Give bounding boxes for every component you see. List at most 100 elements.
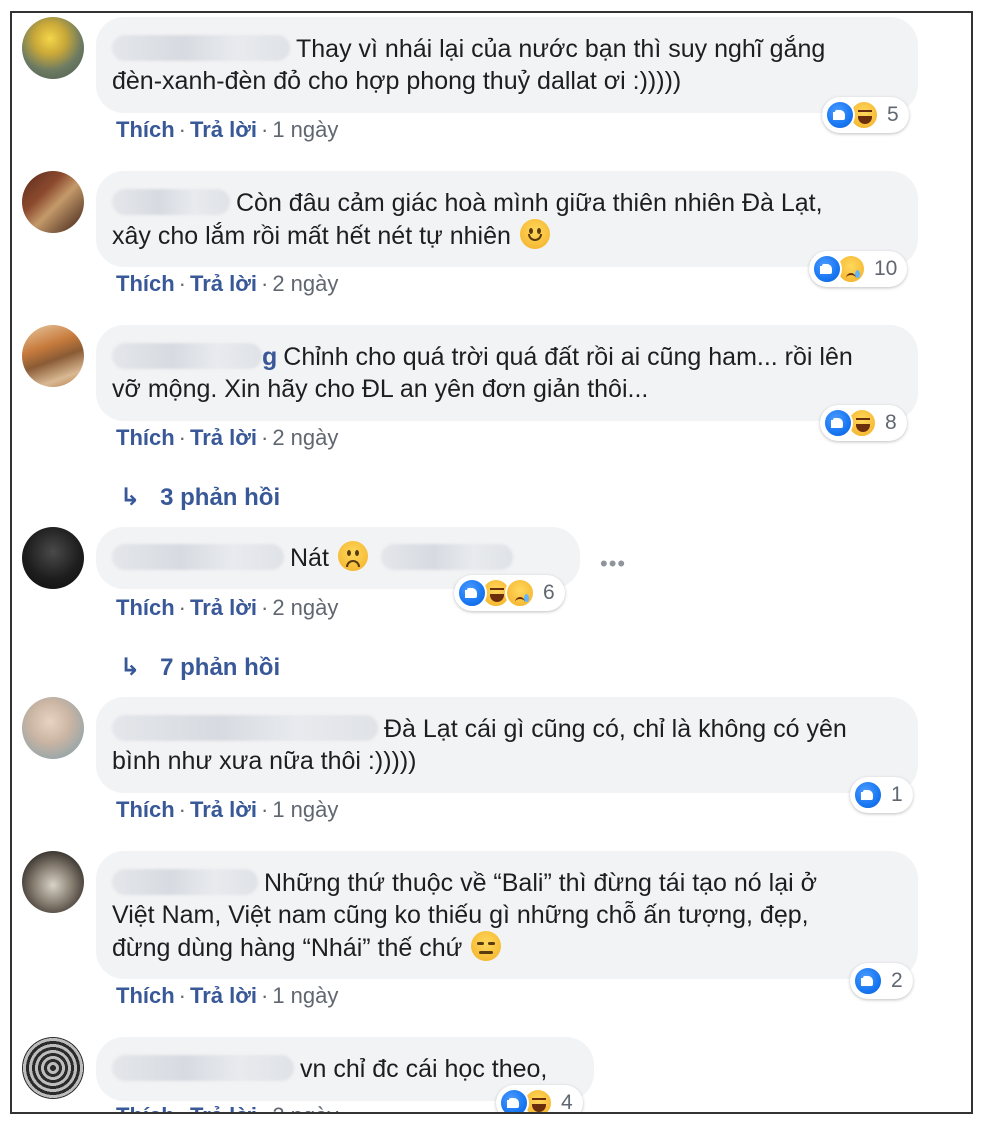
commenter-name[interactable]	[112, 343, 262, 369]
reply-arrow-icon: ↳	[120, 654, 141, 681]
comment-bubble: Thay vì nhái lại của nước bạn thì suy ng…	[96, 17, 918, 113]
reaction-summary[interactable]: 10	[809, 251, 908, 287]
reply-link[interactable]: Trả lời	[190, 117, 257, 142]
comment-text-line: Việt Nam, Việt nam cũng ko thiếu gì nhữn…	[112, 901, 809, 929]
like-link[interactable]: Thích	[116, 425, 175, 450]
like-reaction-icon	[812, 254, 842, 284]
commenter-name[interactable]	[112, 189, 230, 215]
reply-link[interactable]: Trả lời	[190, 983, 257, 1008]
timestamp[interactable]: 1 ngày	[272, 117, 338, 142]
like-reaction-icon	[457, 578, 487, 608]
reply-link[interactable]: Trả lời	[190, 1103, 257, 1112]
reaction-summary[interactable]: 4	[496, 1085, 583, 1114]
reaction-count: 10	[874, 257, 898, 280]
timestamp[interactable]: 2 ngày	[272, 1103, 338, 1112]
reaction-count: 5	[887, 103, 899, 126]
avatar[interactable]	[22, 171, 84, 233]
comment-actions: Thích · Trả lời · 1 ngày	[116, 983, 338, 1009]
view-replies-link[interactable]: ↳ 7 phản hồi	[120, 653, 280, 682]
commenter-name[interactable]	[112, 715, 378, 741]
like-reaction-icon	[825, 100, 855, 130]
avatar[interactable]	[22, 325, 84, 387]
like-reaction-icon	[853, 780, 883, 810]
reaction-summary[interactable]: 5	[822, 97, 909, 133]
like-link[interactable]: Thích	[116, 595, 175, 620]
comment-text-line: vỡ mộng. Xin hãy cho ĐL an yên đơn giản …	[112, 375, 649, 403]
reaction-summary[interactable]: 1	[850, 777, 913, 813]
replies-count-label: 3 phản hồi	[160, 484, 281, 511]
view-replies-link[interactable]: ↳ 3 phản hồi	[120, 483, 280, 512]
like-link[interactable]: Thích	[116, 797, 175, 822]
sad-reaction-icon	[505, 578, 535, 608]
reply-link[interactable]: Trả lời	[190, 271, 257, 296]
reaction-count: 1	[891, 783, 903, 806]
commenter-name[interactable]	[112, 544, 284, 570]
reaction-count: 8	[885, 411, 897, 434]
like-link[interactable]: Thích	[116, 117, 175, 142]
reaction-summary[interactable]: 6	[454, 575, 565, 611]
timestamp[interactable]: 2 ngày	[272, 425, 338, 450]
reaction-count: 2	[891, 969, 903, 992]
timestamp[interactable]: 1 ngày	[272, 797, 338, 822]
comment-bubble: Còn đâu cảm giác hoà mình giữa thiên nhi…	[96, 171, 918, 267]
separator: ·	[261, 117, 269, 142]
avatar[interactable]	[22, 527, 84, 589]
comment-actions: Thích·Trả lời·2 ngày	[116, 425, 338, 451]
separator: ·	[178, 425, 186, 450]
comment-text-line: Những thứ thuộc về “Bali” thì đừng tái t…	[264, 869, 818, 897]
reply-link[interactable]: Trả lời	[190, 797, 257, 822]
separator: ·	[261, 983, 269, 1008]
avatar[interactable]	[22, 851, 84, 913]
avatar[interactable]	[22, 17, 84, 79]
like-link[interactable]: Thích	[116, 1103, 175, 1112]
separator: ·	[178, 595, 186, 620]
separator: ·	[179, 1103, 186, 1112]
like-reaction-icon	[853, 966, 883, 996]
pensive-face-icon	[471, 931, 502, 961]
comment-text-line: bình như xưa nữa thôi :)))))	[112, 747, 417, 775]
reply-link[interactable]: Trả lời	[190, 595, 257, 620]
commenter-name[interactable]	[112, 869, 258, 895]
comment-text-line: Nát	[290, 544, 329, 572]
comment-text-line: Còn đâu cảm giác hoà mình giữa thiên nhi…	[236, 189, 823, 217]
comment-bubble: Đà Lạt cái gì cũng có, chỉ là không có y…	[96, 697, 918, 793]
comment-actions: Thích·Trả lời·2 ngày	[116, 595, 338, 621]
reply-arrow-icon: ↳	[120, 484, 141, 511]
comment-text-line: Thay vì nhái lại của nước bạn thì suy ng…	[296, 35, 826, 63]
reaction-summary[interactable]: 8	[820, 405, 907, 441]
commenter-name[interactable]	[112, 35, 290, 61]
comment-actions: Thích · Trả lời · 2 ngày	[116, 1103, 338, 1112]
commenter-name-fragment[interactable]: g	[262, 343, 277, 371]
timestamp[interactable]: 2 ngày	[272, 595, 338, 620]
avatar[interactable]	[22, 697, 84, 759]
like-link[interactable]: Thích	[116, 983, 175, 1008]
comment-bubble: g Chỉnh cho quá trời quá đất rồi ai cũng …	[96, 325, 918, 421]
separator: ·	[261, 797, 269, 822]
separator: ·	[261, 425, 269, 450]
reply-link[interactable]: Trả lời	[190, 425, 257, 450]
more-options-icon[interactable]: •••	[600, 551, 626, 577]
avatar[interactable]	[22, 1037, 84, 1099]
comment-text-line: vn chỉ đc cái học theo,	[300, 1055, 548, 1083]
separator: ·	[261, 1103, 268, 1112]
commenter-name[interactable]	[112, 1055, 294, 1081]
reaction-summary[interactable]: 2	[850, 963, 913, 999]
timestamp[interactable]: 1 ngày	[272, 983, 338, 1008]
comment-bubble: Những thứ thuộc về “Bali” thì đừng tái t…	[96, 851, 918, 979]
timestamp[interactable]: 2 ngày	[272, 271, 338, 296]
comment-actions: Thích·Trả lời·2 ngày	[116, 271, 338, 297]
separator: ·	[178, 271, 186, 296]
replies-count-label: 7 phản hồi	[160, 654, 281, 681]
comment-thread: Thay vì nhái lại của nước bạn thì suy ng…	[10, 11, 973, 1114]
comment-text-line: Chỉnh cho quá trời quá đất rồi ai cũng h…	[283, 343, 853, 371]
separator: ·	[261, 595, 269, 620]
frowning-face-icon	[337, 541, 368, 571]
comment-text-line: đèn-xanh-đèn đỏ cho hợp phong thuỷ dalla…	[112, 67, 682, 95]
like-reaction-icon	[823, 408, 853, 438]
mentioned-name[interactable]	[380, 544, 513, 570]
reaction-count: 4	[561, 1091, 573, 1114]
separator: ·	[178, 983, 186, 1008]
comment-text-line: đừng dùng hàng “Nhái” thế chứ	[112, 934, 463, 962]
separator: ·	[178, 117, 186, 142]
like-link[interactable]: Thích	[116, 271, 175, 296]
